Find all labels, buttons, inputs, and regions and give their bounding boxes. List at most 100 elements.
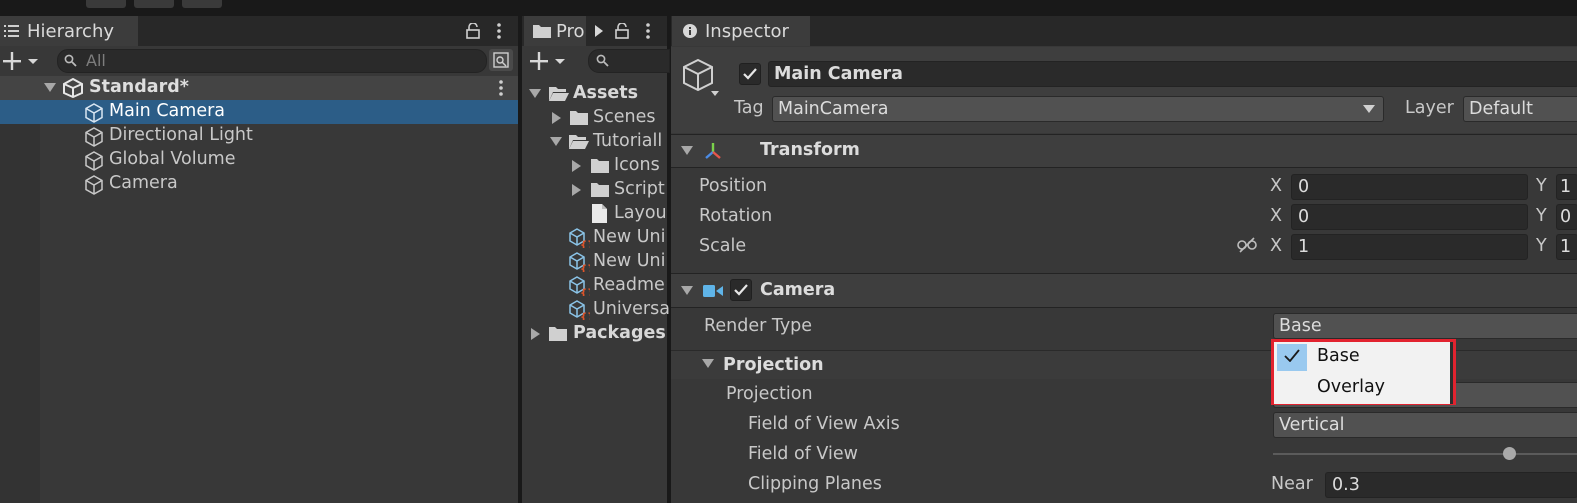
camera-title: Camera xyxy=(760,280,836,300)
tree-item-packages[interactable]: Packages xyxy=(522,322,667,346)
expand-triangle-icon[interactable] xyxy=(681,146,693,156)
camera-enabled-checkbox[interactable] xyxy=(730,279,752,301)
scale-y-field[interactable]: 1 xyxy=(1556,234,1577,260)
tree-item-label: Script xyxy=(614,179,665,199)
asset-script-icon: {} xyxy=(568,300,590,320)
expand-triangle-icon[interactable] xyxy=(44,83,56,93)
project-more-icon[interactable] xyxy=(645,23,651,39)
folder-icon xyxy=(591,182,609,197)
scale-x-value: 1 xyxy=(1298,237,1310,257)
tree-item-scripts[interactable]: Script xyxy=(522,178,667,202)
add-icon[interactable] xyxy=(3,52,41,70)
rotation-y-value: 0 xyxy=(1560,207,1572,227)
dropdown-option-overlay[interactable]: Overlay xyxy=(1274,373,1450,404)
tag-value: MainCamera xyxy=(778,99,889,119)
expand-triangle-icon[interactable] xyxy=(529,89,541,99)
hierarchy-item-main-camera[interactable]: Main Camera xyxy=(0,100,518,124)
tree-item-new-uni-2[interactable]: {} New Uni xyxy=(522,250,667,274)
list-icon xyxy=(4,24,20,38)
tree-item-new-uni-1[interactable]: {} New Uni xyxy=(522,226,667,250)
more-icon[interactable] xyxy=(496,23,502,39)
fov-slider-thumb[interactable] xyxy=(1503,447,1516,460)
rotation-y-label: Y xyxy=(1536,206,1547,226)
hierarchy-search-input[interactable]: All xyxy=(57,49,487,73)
rotation-label: Rotation xyxy=(699,206,773,226)
collapsed-triangle-icon[interactable] xyxy=(572,160,582,172)
scene-row[interactable]: Standard* xyxy=(0,76,518,100)
expand-triangle-icon[interactable] xyxy=(702,359,714,369)
scale-x-field[interactable]: 1 xyxy=(1291,234,1528,260)
hierarchy-item-global-volume[interactable]: Global Volume xyxy=(40,148,518,172)
lock-icon[interactable] xyxy=(466,23,480,39)
projection-section-title: Projection xyxy=(723,355,824,375)
chevron-down-icon xyxy=(1363,105,1375,113)
transform-header[interactable]: Transform xyxy=(671,135,1577,167)
tree-item-readme[interactable]: {} Readme xyxy=(522,274,667,298)
position-x-field[interactable]: 0 xyxy=(1291,174,1528,200)
tree-item-label: Assets xyxy=(573,83,639,103)
render-type-dropdown[interactable]: Base xyxy=(1273,313,1577,339)
scene-more-icon[interactable] xyxy=(498,80,504,96)
fov-axis-label: Field of View Axis xyxy=(748,414,900,434)
rotation-y-field[interactable]: 0 xyxy=(1556,204,1577,230)
hierarchy-item-label: Directional Light xyxy=(109,125,253,145)
near-value: 0.3 xyxy=(1332,475,1360,495)
folder-open-icon xyxy=(549,86,569,102)
collapsed-triangle-icon[interactable] xyxy=(552,112,562,124)
fov-axis-dropdown[interactable]: Vertical xyxy=(1273,412,1577,438)
near-field[interactable]: 0.3 xyxy=(1325,472,1577,498)
dropdown-option-label: Overlay xyxy=(1317,377,1386,397)
folder-icon xyxy=(591,158,609,173)
tree-item-tutorial[interactable]: Tutoriall xyxy=(522,130,667,154)
tree-item-scenes[interactable]: Scenes xyxy=(522,106,667,130)
hierarchy-item-camera[interactable]: Camera xyxy=(40,172,518,196)
expand-triangle-icon[interactable] xyxy=(550,137,562,147)
collapsed-triangle-icon[interactable] xyxy=(531,328,541,340)
pause-button[interactable] xyxy=(134,0,174,8)
unlinked-scale-icon[interactable] xyxy=(1237,237,1257,253)
project-search-input[interactable] xyxy=(588,49,670,73)
collapsed-triangle-icon[interactable] xyxy=(572,184,582,196)
tab-project[interactable]: Pro xyxy=(524,16,586,46)
hierarchy-gutter xyxy=(0,100,40,503)
position-y-field[interactable]: 1 xyxy=(1556,174,1577,200)
tree-item-label: Readme xyxy=(593,275,665,295)
scale-y-label: Y xyxy=(1536,236,1547,256)
tree-item-assets[interactable]: Assets xyxy=(522,82,667,106)
tab-inspector[interactable]: Inspector xyxy=(672,16,810,46)
tree-item-icons[interactable]: Icons xyxy=(522,154,667,178)
tab-inspector-label: Inspector xyxy=(705,21,789,42)
folder-icon xyxy=(549,326,567,341)
play-button[interactable] xyxy=(86,0,126,8)
scale-label: Scale xyxy=(699,236,747,256)
fov-slider-track[interactable] xyxy=(1273,453,1577,455)
tree-item-layout[interactable]: Layou xyxy=(522,202,667,226)
search-options-button[interactable] xyxy=(489,49,513,71)
layer-label: Layer xyxy=(1405,98,1454,118)
hierarchy-item-directional-light[interactable]: Directional Light xyxy=(40,124,518,148)
layer-dropdown[interactable]: Default xyxy=(1463,96,1577,122)
rotation-x-label: X xyxy=(1270,206,1282,226)
tab-scroll-right-icon[interactable] xyxy=(595,25,603,37)
asset-script-icon: {} xyxy=(568,228,590,248)
rotation-x-field[interactable]: 0 xyxy=(1291,204,1528,230)
position-y-label: Y xyxy=(1536,176,1547,196)
expand-triangle-icon[interactable] xyxy=(681,286,693,296)
project-add-icon[interactable] xyxy=(530,52,568,70)
tag-dropdown[interactable]: MainCamera xyxy=(772,96,1384,122)
camera-header[interactable]: Camera xyxy=(671,274,1577,307)
tab-hierarchy[interactable]: Hierarchy xyxy=(0,16,138,46)
top-toolbar xyxy=(0,0,1577,16)
active-checkbox[interactable] xyxy=(739,63,761,85)
tree-item-universal[interactable]: {} Universa xyxy=(522,298,670,322)
step-button[interactable] xyxy=(182,0,222,8)
dropdown-option-base[interactable]: Base xyxy=(1274,342,1450,373)
near-label: Near xyxy=(1271,474,1313,494)
object-name-field[interactable]: Main Camera xyxy=(768,61,1577,87)
project-lock-icon[interactable] xyxy=(615,23,629,39)
render-type-dropdown-menu: Base Overlay xyxy=(1274,342,1453,404)
position-x-label: X xyxy=(1270,176,1282,196)
unity-scene-icon xyxy=(62,78,84,98)
gameobject-icon xyxy=(84,175,104,195)
asset-script-icon: {} xyxy=(568,276,590,296)
